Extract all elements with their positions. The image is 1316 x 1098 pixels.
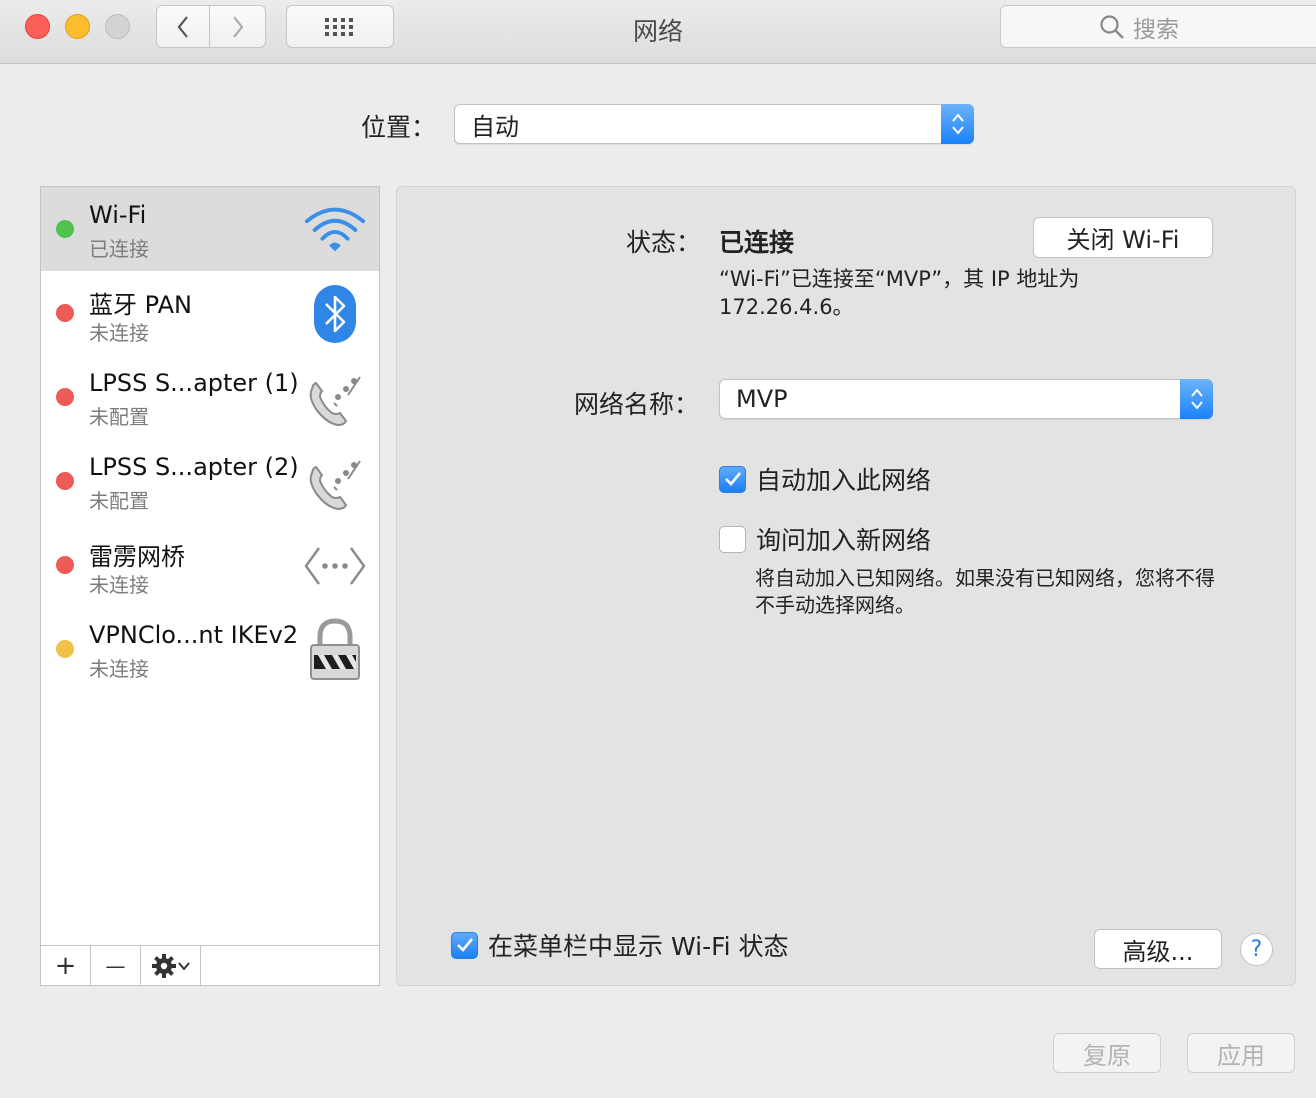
- service-name: 蓝牙 PAN: [89, 291, 192, 319]
- status-dot: [56, 472, 74, 490]
- network-name-label: 网络名称：: [574, 390, 700, 419]
- apply-button[interactable]: 应用: [1187, 1033, 1295, 1073]
- ask-join-label: 询问加入新网络: [756, 526, 932, 555]
- checkmark-icon: [719, 465, 746, 493]
- network-name-popup[interactable]: MVP: [719, 379, 1213, 419]
- plus-icon: +: [54, 950, 77, 981]
- status-description: “Wi-Fi”已连接至“MVP”，其 IP 地址为 172.26.4.6。: [719, 267, 1080, 319]
- search-placeholder: 搜索: [1133, 16, 1179, 43]
- wifi-icon: [303, 199, 367, 261]
- phone-modem-icon: [303, 451, 367, 513]
- service-status: 未配置: [89, 489, 149, 513]
- service-status: 未配置: [89, 405, 149, 429]
- status-dot: [56, 388, 74, 406]
- location-popup[interactable]: 自动: [454, 104, 974, 144]
- ask-join-checkbox[interactable]: 询问加入新网络: [719, 521, 931, 557]
- advanced-button[interactable]: 高级...: [1094, 929, 1222, 969]
- search-field[interactable]: 搜索: [1000, 5, 1316, 48]
- status-dot: [56, 640, 74, 658]
- service-name: LPSS S...apter (1): [89, 369, 299, 397]
- checkmark-icon: [451, 931, 478, 959]
- add-service-button[interactable]: +: [41, 946, 91, 985]
- chevron-down-icon: [177, 961, 190, 971]
- help-button[interactable]: ?: [1240, 933, 1273, 966]
- bridge-arrows-icon: [303, 535, 367, 597]
- vpn-lock-icon: [303, 618, 367, 681]
- service-item-thunderbolt-bridge[interactable]: 雷雳网桥 未连接: [41, 523, 379, 607]
- status-value: 已连接: [719, 228, 795, 257]
- service-actions-button[interactable]: [141, 946, 201, 985]
- title-bar: 网络 搜索: [0, 0, 1316, 64]
- location-value: 自动: [471, 112, 519, 141]
- network-name-value: MVP: [736, 385, 788, 413]
- service-item-lpss-2[interactable]: LPSS S...apter (2) 未配置: [41, 439, 379, 523]
- service-status: 未连接: [89, 573, 149, 597]
- show-menubar-checkbox[interactable]: 在菜单栏中显示 Wi-Fi 状态: [451, 927, 789, 963]
- ask-join-description: 将自动加入已知网络。如果没有已知网络，您将不得不手动选择网络。: [755, 566, 1215, 617]
- revert-button[interactable]: 复原: [1053, 1033, 1161, 1073]
- detail-pane: 状态： 已连接 关闭 Wi-Fi “Wi-Fi”已连接至“MVP”，其 IP 地…: [396, 186, 1296, 986]
- service-name: 雷雳网桥: [89, 543, 185, 571]
- service-item-bluetooth-pan[interactable]: 蓝牙 PAN 未连接: [41, 271, 379, 355]
- search-icon: [1100, 14, 1124, 39]
- gear-icon: [151, 953, 176, 978]
- popup-arrows-icon: [941, 104, 974, 144]
- service-name: Wi-Fi: [89, 201, 147, 229]
- service-status: 未连接: [89, 657, 149, 681]
- checkbox-empty-icon: [719, 525, 746, 553]
- service-name: VPNClo...nt IKEv2: [89, 621, 299, 649]
- status-dot: [56, 304, 74, 322]
- status-label: 状态：: [626, 228, 702, 257]
- status-dot: [56, 556, 74, 574]
- auto-join-label: 自动加入此网络: [756, 466, 932, 495]
- service-item-wifi[interactable]: Wi-Fi 已连接: [41, 187, 379, 271]
- auto-join-checkbox[interactable]: 自动加入此网络: [719, 461, 931, 497]
- turn-off-wifi-button[interactable]: 关闭 Wi-Fi: [1033, 217, 1213, 258]
- service-name: LPSS S...apter (2): [89, 453, 299, 481]
- service-status: 已连接: [89, 237, 149, 261]
- phone-modem-icon: [303, 367, 367, 429]
- bluetooth-icon: [303, 283, 367, 345]
- remove-service-button[interactable]: —: [91, 946, 141, 985]
- service-list-toolbar: + —: [41, 945, 379, 985]
- status-dot: [56, 220, 74, 238]
- show-menubar-label: 在菜单栏中显示 Wi-Fi 状态: [488, 932, 789, 961]
- location-label: 位置：: [361, 113, 437, 142]
- service-item-lpss-1[interactable]: LPSS S...apter (1) 未配置: [41, 355, 379, 439]
- service-item-vpn[interactable]: VPNClo...nt IKEv2 未连接: [41, 607, 379, 691]
- popup-arrows-icon: [1180, 379, 1213, 419]
- minus-icon: —: [105, 953, 126, 978]
- service-list: Wi-Fi 已连接 蓝牙 PAN 未连接 LPSS S...apter (1) …: [40, 186, 380, 986]
- service-status: 未连接: [89, 321, 149, 345]
